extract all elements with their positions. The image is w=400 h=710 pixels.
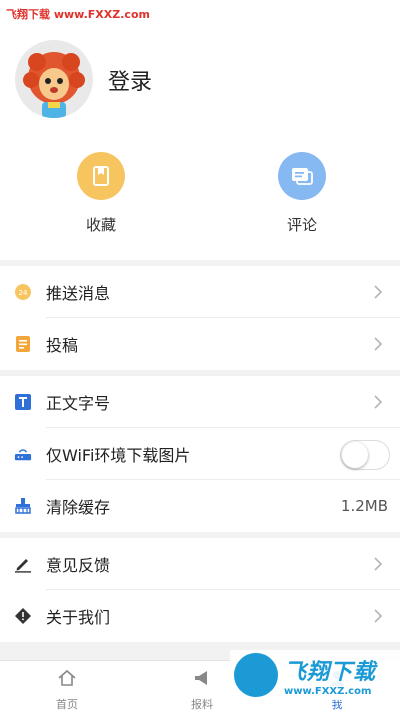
menu-label-submit: 投稿 [46, 336, 79, 355]
menu-label-about: 关于我们 [46, 608, 111, 627]
wifi-images-toggle[interactable] [340, 440, 390, 470]
push-badge-icon: 24 [14, 283, 32, 301]
broom-icon [14, 497, 32, 515]
text-size-icon [14, 393, 32, 411]
menu-group-messages: 24 推送消息 投稿 [0, 266, 400, 370]
bookmark-icon [77, 152, 125, 200]
watermark-title: 飞翔下载 [284, 659, 377, 685]
tab-label-home: 首页 [56, 698, 78, 710]
menu-item-submit[interactable]: 投稿 [0, 318, 400, 370]
home-icon [58, 669, 76, 686]
menu-group-about: 意见反馈 关于我们 [0, 538, 400, 642]
chevron-right-icon [374, 285, 383, 299]
comments-label: 评论 [286, 216, 317, 234]
chevron-right-icon [374, 557, 383, 571]
svg-text:24: 24 [19, 289, 28, 297]
pencil-icon [14, 555, 32, 573]
info-diamond-icon [14, 607, 32, 625]
router-icon [14, 445, 32, 463]
watermark-logo-icon [234, 653, 278, 697]
menu-item-wifi-images: 仅WiFi环境下载图片 [0, 428, 400, 480]
favorites-label: 收藏 [85, 216, 116, 234]
menu-item-feedback[interactable]: 意见反馈 [0, 538, 400, 590]
watermark-url: www.FXXZ.com [284, 685, 372, 697]
toggle-knob [342, 442, 368, 468]
favorites-button[interactable]: 收藏 [70, 152, 132, 235]
menu-item-font-size[interactable]: 正文字号 [0, 376, 400, 428]
chevron-right-icon [374, 609, 383, 623]
tab-home[interactable]: 首页 [27, 661, 107, 710]
comments-button[interactable]: 评论 [271, 152, 333, 235]
menu-item-push[interactable]: 24 推送消息 [0, 266, 400, 318]
menu-label-feedback: 意见反馈 [46, 556, 111, 575]
avatar[interactable] [15, 40, 93, 118]
cache-size-value: 1.2MB [340, 497, 388, 515]
watermark-top: 飞翔下载 www.FXXZ.com [6, 8, 150, 21]
profile-header: 飞翔下载 www.FXXZ.com 登录 收藏 评论 [0, 0, 400, 260]
chevron-right-icon [374, 337, 383, 351]
lion-avatar-icon [23, 52, 85, 118]
megaphone-icon [195, 671, 207, 685]
menu-label-font-size: 正文字号 [46, 394, 111, 413]
watermark-bottom: 飞翔下载 www.FXXZ.com [230, 650, 400, 700]
menu-group-settings: 正文字号 仅WiFi环境下载图片 清除缓存 1.2MB [0, 376, 400, 532]
menu-label-push: 推送消息 [46, 284, 111, 303]
menu-item-clear-cache[interactable]: 清除缓存 1.2MB [0, 480, 400, 532]
document-icon [14, 335, 32, 353]
login-label[interactable]: 登录 [108, 64, 152, 96]
chevron-right-icon [374, 395, 383, 409]
comment-icon [278, 152, 326, 200]
menu-item-about[interactable]: 关于我们 [0, 590, 400, 642]
